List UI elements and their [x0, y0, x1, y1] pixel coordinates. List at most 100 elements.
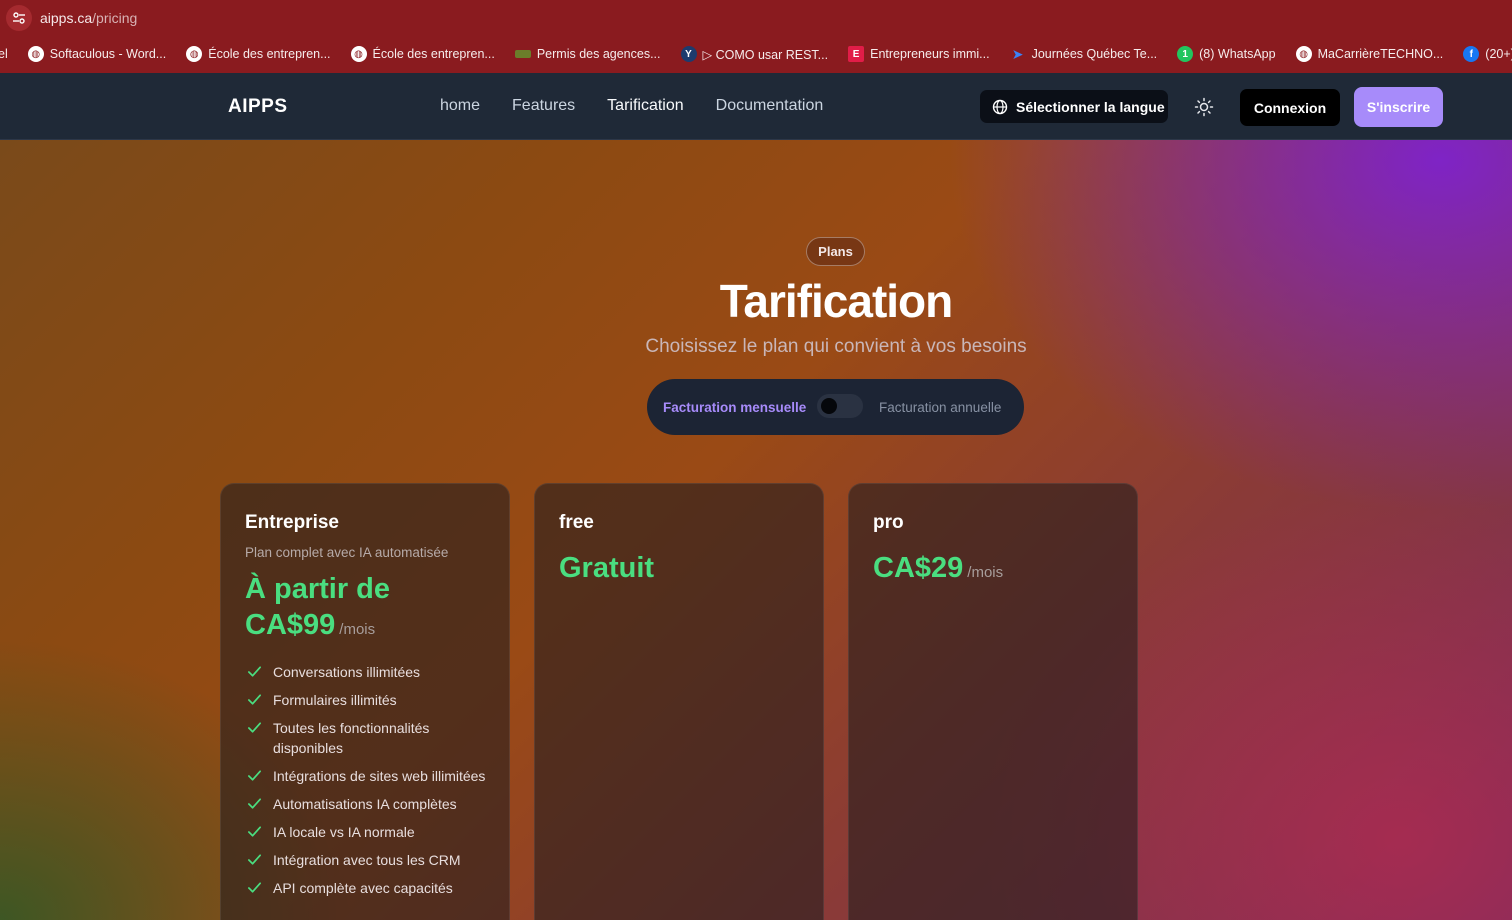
plan-price: À partir de CA$99/mois [245, 571, 390, 648]
gov-icon [514, 50, 531, 58]
check-icon [248, 770, 261, 781]
url-host: aipps.ca [40, 9, 93, 26]
plan-card-entreprise: Entreprise Plan complet avec IA automati… [220, 483, 510, 920]
plan-card-pro: pro CA$29/mois [848, 483, 1138, 920]
bookmark-label: MaCarrièreTECHNO... [1317, 47, 1444, 61]
bookmark-item[interactable]: Y ▷ COMO usar REST... [680, 46, 829, 62]
feature-text: Automatisations IA complètes [273, 796, 457, 812]
billing-toggle-switch[interactable] [817, 394, 863, 418]
nav-home[interactable]: home [440, 97, 480, 115]
theme-toggle-button[interactable] [1190, 93, 1218, 121]
facebook-icon: f [1463, 46, 1480, 62]
price-amount: CA$29 [873, 552, 964, 584]
check-icon [248, 694, 261, 705]
url-field[interactable]: aipps.ca/pricing [40, 10, 137, 26]
bookmark-item[interactable]: ◍ MaCarrièreTECHNO... [1295, 46, 1444, 62]
plan-description: Plan complet avec IA automatisée [245, 545, 449, 560]
bookmark-item[interactable]: ◍ Softaculous - Word... [27, 46, 167, 62]
feature-item: Formulaires illimités [245, 690, 495, 710]
signup-button[interactable]: S'inscrire [1354, 87, 1443, 127]
bookmark-label: el [0, 47, 8, 61]
bookmark-label: (8) WhatsApp [1199, 47, 1276, 61]
nav-features[interactable]: Features [512, 97, 575, 115]
nav-documentation[interactable]: Documentation [716, 97, 824, 115]
site-info-icon[interactable] [6, 4, 32, 31]
bookmark-label: (20+) Techcolca | Fa... [1485, 47, 1512, 61]
bookmark-item[interactable]: ◍ École des entrepren... [186, 46, 331, 62]
feature-item: Intégration avec tous les CRM [245, 850, 495, 870]
feature-item: API complète avec capacités [245, 878, 495, 898]
flag-icon: ➤ [1011, 45, 1024, 62]
main-nav: home Features Tarification Documentation [440, 97, 823, 115]
e-icon: E [848, 46, 865, 62]
globe-icon: ◍ [27, 46, 44, 62]
feature-item: Conversations illimitées [245, 662, 495, 682]
price-amount: CA$99 [245, 609, 336, 641]
check-icon [248, 666, 261, 677]
price-line-1: À partir de [245, 573, 391, 605]
plan-name: Entreprise [245, 512, 339, 533]
feature-text: Toutes les fonctionnalités disponibles [273, 720, 430, 756]
logo[interactable]: AIPPS [228, 96, 288, 118]
bookmark-item[interactable]: el [0, 47, 8, 61]
feature-item: Toutes les fonctionnalités disponibles [245, 718, 495, 758]
feature-item: IA locale vs IA normale [245, 822, 495, 842]
language-button-label: Sélectionner la langue [1016, 98, 1165, 115]
check-icon [248, 798, 261, 809]
feature-text: Intégrations de sites web illimitées [273, 768, 486, 784]
language-select-button[interactable]: Sélectionner la langue [980, 90, 1168, 123]
price-period: /mois [339, 621, 376, 638]
bookmarks-bar: el ◍ Softaculous - Word... ◍ École des ent… [0, 35, 1512, 73]
globe-icon: ◍ [186, 46, 203, 62]
feature-text: Intégration avec tous les CRM [273, 852, 461, 868]
check-icon [248, 882, 261, 893]
site-header: AIPPS home Features Tarification Documen… [0, 73, 1512, 140]
billing-annual-label[interactable]: Facturation annuelle [879, 400, 1001, 415]
bookmark-label: Journées Québec Te... [1031, 47, 1158, 61]
toggle-knob [821, 398, 837, 414]
plan-price: Gratuit [559, 550, 654, 586]
bookmark-item[interactable]: ◍ École des entrepren... [350, 46, 495, 62]
page-title: Tarification [719, 275, 954, 327]
price-amount: Gratuit [559, 552, 655, 584]
site-icon: Y [680, 46, 697, 62]
sun-icon [1194, 97, 1214, 117]
check-icon [248, 722, 261, 733]
bookmark-label: ▷ COMO usar REST... [702, 47, 829, 62]
bookmark-item[interactable]: Permis des agences... [514, 47, 661, 61]
feature-item: Automatisations IA complètes [245, 794, 495, 814]
globe-icon: ◍ [1295, 46, 1312, 62]
login-button[interactable]: Connexion [1240, 89, 1340, 126]
bookmark-item[interactable]: 1 (8) WhatsApp [1177, 46, 1276, 62]
pricing-section: Plans Tarification Choisissez le plan qu… [0, 140, 1512, 920]
feature-text: API complète avec capacités [273, 880, 453, 896]
bookmark-label: École des entrepren... [372, 47, 495, 61]
check-icon [248, 854, 261, 865]
browser-address-bar: aipps.ca/pricing [0, 0, 1512, 35]
bookmark-label: Softaculous - Word... [49, 47, 167, 61]
feature-text: IA locale vs IA normale [273, 824, 415, 840]
bookmark-item[interactable]: f (20+) Techcolca | Fa... [1463, 46, 1512, 62]
plan-price: CA$29/mois [873, 550, 1003, 591]
plan-name: pro [873, 512, 904, 533]
bookmark-label: Permis des agences... [536, 47, 661, 61]
billing-toggle-group: Facturation mensuelle Facturation annuel… [647, 379, 1024, 435]
globe-icon [992, 99, 1008, 115]
feature-item: Intégrations de sites web illimitées [245, 766, 495, 786]
plans-badge: Plans [806, 237, 865, 266]
globe-icon: ◍ [350, 46, 367, 62]
feature-text: Conversations illimitées [273, 664, 421, 680]
plan-name: free [559, 512, 594, 533]
bookmark-item[interactable]: E Entrepreneurs immi... [848, 46, 990, 62]
bookmark-label: Entrepreneurs immi... [870, 47, 990, 61]
billing-monthly-label[interactable]: Facturation mensuelle [663, 400, 806, 415]
plan-card-free: free Gratuit [534, 483, 824, 920]
feature-text: Formulaires illimités [273, 692, 397, 708]
nav-tarification[interactable]: Tarification [607, 97, 683, 115]
whatsapp-icon: 1 [1177, 46, 1194, 62]
bookmark-item[interactable]: ➤ Journées Québec Te... [1010, 45, 1158, 62]
bookmark-label: École des entrepren... [208, 47, 331, 61]
page-subtitle: Choisissez le plan qui convient à vos be… [645, 336, 1027, 357]
url-path: /pricing [92, 9, 138, 26]
check-icon [248, 826, 261, 837]
